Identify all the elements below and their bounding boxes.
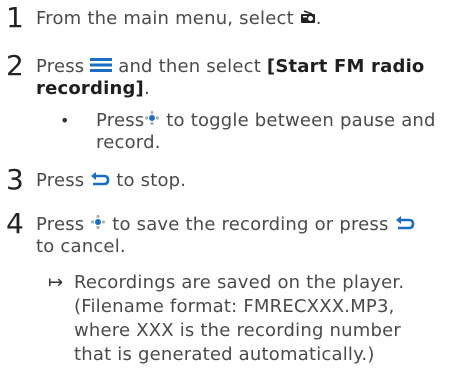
- bullet-text-continued: record.: [96, 132, 161, 153]
- bullet-marker: •: [60, 111, 70, 130]
- menu-icon: [90, 56, 113, 78]
- result-line: Recordings are saved on the player.: [74, 272, 405, 293]
- step-number: 4: [6, 207, 24, 240]
- step-number: 1: [6, 1, 24, 34]
- step-text: Press to save the recording or press: [36, 214, 415, 236]
- play-pause-icon: [144, 110, 160, 132]
- result-line: that is generated automatically.): [74, 344, 375, 365]
- step-text-continued: to cancel.: [36, 236, 126, 257]
- step-number: 2: [6, 49, 24, 82]
- play-pause-icon: [90, 214, 106, 236]
- radio-icon: [300, 8, 316, 30]
- step-text: From the main menu, select .: [36, 8, 322, 30]
- result-line: (Filename format: FMRECXXX.MP3,: [74, 296, 395, 317]
- result-arrow-icon: ↦: [48, 272, 64, 293]
- step-text-continued: recording].: [36, 78, 150, 99]
- bullet-text: Press to toggle between pause and: [96, 110, 436, 132]
- step-number: 3: [6, 163, 24, 196]
- back-icon: [395, 214, 415, 236]
- step-text: Press and then select [Start FM radio: [36, 56, 425, 78]
- result-line: where XXX is the recording number: [74, 320, 401, 341]
- step-text: Press to stop.: [36, 170, 187, 192]
- back-icon: [90, 170, 110, 192]
